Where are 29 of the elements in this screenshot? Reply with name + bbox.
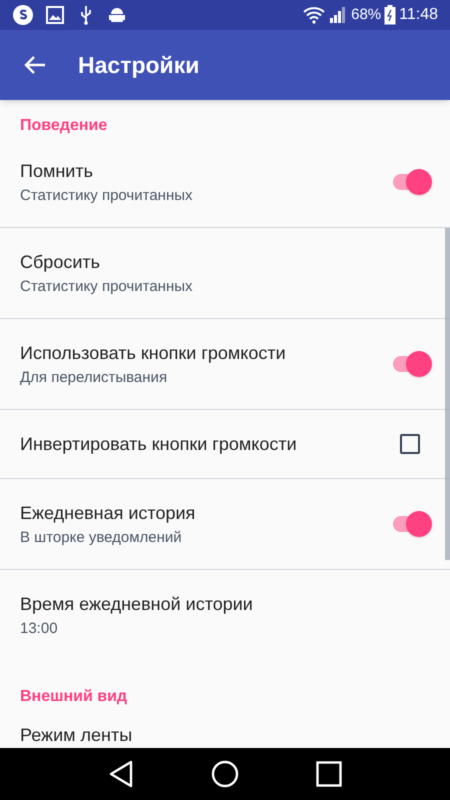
checkbox[interactable] <box>400 434 420 454</box>
setting-title: Сбросить <box>20 250 102 274</box>
section-header: Внешний вид <box>20 688 128 705</box>
signal-icon <box>329 6 348 24</box>
setting-title: Инвертировать кнопки громкости <box>20 433 298 456</box>
setting-title: Использовать кнопки громкости <box>20 342 287 364</box>
battery-percent: 68% <box>351 4 382 25</box>
image-icon <box>46 6 64 24</box>
skype-icon <box>12 4 34 26</box>
back-arrow-icon[interactable] <box>24 55 46 75</box>
setting-summary: 13:00 <box>20 619 59 639</box>
setting-title: Помнить <box>20 160 94 182</box>
battery-charging-icon <box>384 5 396 25</box>
screen-title: Настройки <box>78 50 200 80</box>
recents-icon[interactable] <box>316 761 342 787</box>
usb-icon <box>80 5 92 25</box>
setting-title: Ежедневная история <box>20 502 196 524</box>
home-icon[interactable] <box>210 760 239 788</box>
setting-summary: В шторке уведомлений <box>20 528 183 548</box>
setting-title: Время ежедневной истории <box>20 593 254 616</box>
clock: 11:48 <box>399 5 438 25</box>
section-header: Поведение <box>20 117 108 134</box>
wifi-icon <box>303 6 326 24</box>
android-icon <box>108 6 126 24</box>
back-icon[interactable] <box>108 760 134 788</box>
setting-title: Режим ленты <box>20 724 134 747</box>
setting-summary: Для перелистывания <box>20 368 168 388</box>
setting-summary: Статистику прочитанных <box>20 186 194 206</box>
setting-summary: Статистику прочитанных <box>20 276 194 296</box>
